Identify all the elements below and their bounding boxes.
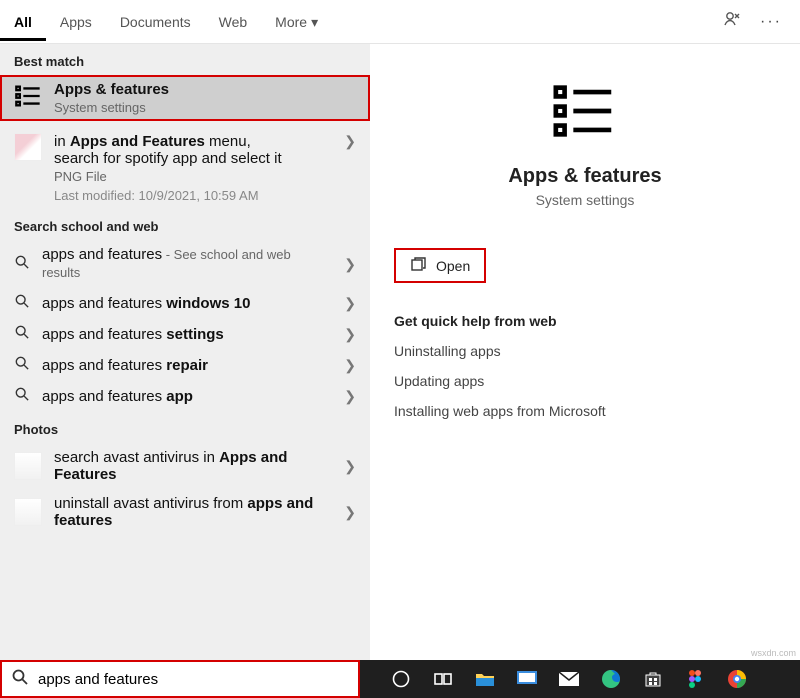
filter-tabs-bar: All Apps Documents Web More▾ ··· — [0, 0, 800, 44]
result-title: in Apps and Features menu, — [54, 133, 332, 150]
section-best-match: Best match — [0, 44, 370, 75]
task-view-icon[interactable] — [432, 668, 454, 690]
screen-sketch-icon[interactable] — [516, 668, 538, 690]
detail-title: Apps & features — [394, 165, 776, 188]
more-options-icon[interactable]: ··· — [760, 13, 782, 31]
section-search-web: Search school and web — [0, 209, 370, 240]
open-button[interactable]: Open — [394, 248, 486, 283]
mail-icon[interactable] — [558, 668, 580, 690]
detail-header: Apps & features System settings — [394, 44, 776, 208]
search-icon — [14, 255, 30, 274]
result-title: uninstall avast antivirus from apps and … — [54, 495, 332, 529]
cortana-icon[interactable] — [390, 668, 412, 690]
figma-icon[interactable] — [684, 668, 706, 690]
image-thumbnail-icon — [14, 452, 42, 480]
chevron-right-icon[interactable]: ❯ — [344, 326, 356, 343]
quick-help-header: Get quick help from web — [394, 313, 776, 329]
result-title: apps and features repair — [42, 357, 332, 374]
tab-web[interactable]: Web — [205, 3, 262, 41]
file-explorer-icon[interactable] — [474, 668, 496, 690]
web-result-settings[interactable]: apps and features settings ❯ — [0, 319, 370, 350]
settings-list-icon — [14, 82, 42, 115]
open-icon — [410, 256, 426, 275]
section-photos: Photos — [0, 412, 370, 443]
taskbar — [0, 660, 800, 698]
image-thumbnail-icon — [14, 498, 42, 526]
search-icon — [14, 294, 30, 313]
settings-list-icon — [550, 133, 620, 150]
result-filetype: PNG File — [54, 169, 332, 184]
result-title: apps and features windows 10 — [42, 295, 332, 312]
web-result-windows10[interactable]: apps and features windows 10 ❯ — [0, 288, 370, 319]
chevron-right-icon[interactable]: ❯ — [344, 504, 356, 521]
tab-apps[interactable]: Apps — [46, 3, 106, 41]
chevron-right-icon[interactable]: ❯ — [344, 295, 356, 312]
chevron-right-icon[interactable]: ❯ — [344, 388, 356, 405]
result-title: apps and features — [42, 246, 162, 263]
result-png-file[interactable]: in Apps and Features menu, search for sp… — [0, 121, 370, 209]
result-title-line2: search for spotify app and select it — [54, 150, 332, 167]
result-title: apps and features app — [42, 388, 332, 405]
image-thumbnail-icon — [14, 133, 42, 161]
feedback-icon[interactable] — [722, 9, 742, 34]
chevron-right-icon[interactable]: ❯ — [344, 256, 356, 273]
tab-documents[interactable]: Documents — [106, 3, 205, 41]
quick-link-uninstall[interactable]: Uninstalling apps — [394, 343, 776, 359]
tab-more[interactable]: More▾ — [261, 3, 332, 41]
taskbar-icons — [390, 668, 748, 690]
chrome-icon[interactable] — [726, 668, 748, 690]
tab-all[interactable]: All — [0, 3, 46, 41]
watermark: wsxdn.com — [751, 648, 796, 658]
web-result-repair[interactable]: apps and features repair ❯ — [0, 350, 370, 381]
chevron-right-icon[interactable]: ❯ — [344, 357, 356, 374]
search-icon — [2, 669, 38, 690]
detail-pane: Apps & features System settings Open Get… — [370, 44, 800, 660]
web-result-base[interactable]: apps and features - See school and web r… — [0, 240, 370, 288]
search-icon — [14, 325, 30, 344]
microsoft-store-icon[interactable] — [642, 668, 664, 690]
filter-tabs: All Apps Documents Web More▾ — [0, 3, 332, 41]
chevron-down-icon: ▾ — [311, 14, 318, 31]
photo-result-search-avast[interactable]: search avast antivirus in Apps and Featu… — [0, 443, 370, 489]
search-icon — [14, 387, 30, 406]
search-input[interactable] — [38, 662, 358, 696]
result-title: Apps & features — [54, 81, 356, 98]
search-icon — [14, 356, 30, 375]
quick-link-install-web[interactable]: Installing web apps from Microsoft — [394, 403, 776, 419]
top-actions: ··· — [722, 9, 800, 34]
results-pane: Best match Apps & features System settin… — [0, 44, 370, 660]
chevron-right-icon[interactable]: ❯ — [344, 458, 356, 475]
result-title: apps and features settings — [42, 326, 332, 343]
chevron-right-icon[interactable]: ❯ — [344, 133, 356, 150]
result-modified: Last modified: 10/9/2021, 10:59 AM — [54, 188, 332, 203]
taskbar-search[interactable] — [0, 660, 360, 698]
quick-link-update[interactable]: Updating apps — [394, 373, 776, 389]
open-label: Open — [436, 258, 470, 274]
result-title: search avast antivirus in Apps and Featu… — [54, 449, 332, 483]
web-result-app[interactable]: apps and features app ❯ — [0, 381, 370, 412]
detail-subtitle: System settings — [394, 192, 776, 208]
result-subtitle: System settings — [54, 100, 356, 115]
result-apps-and-features[interactable]: Apps & features System settings — [0, 75, 370, 121]
edge-icon[interactable] — [600, 668, 622, 690]
photo-result-uninstall-avast[interactable]: uninstall avast antivirus from apps and … — [0, 489, 370, 535]
